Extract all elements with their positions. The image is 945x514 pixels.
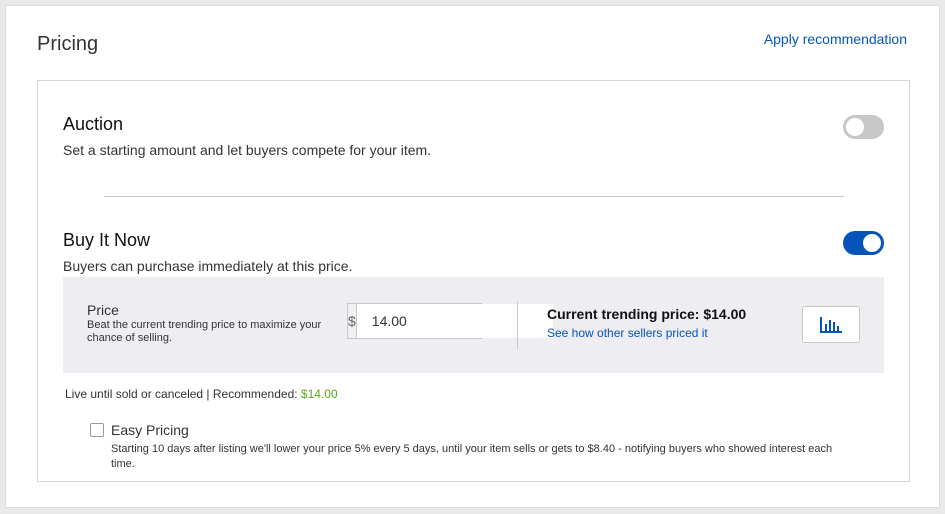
easy-pricing-checkbox[interactable]: [90, 423, 104, 437]
price-input-group: $: [347, 303, 553, 339]
buy-it-now-toggle[interactable]: [843, 231, 884, 255]
duration-text: Live until sold or canceled | Recommende…: [65, 387, 338, 401]
recommended-price: $14.00: [300, 387, 338, 401]
apply-recommendation-link[interactable]: Apply recommendation: [764, 31, 907, 47]
easy-pricing-description: Starting 10 days after listing we'll low…: [111, 443, 833, 470]
auction-title: Auction: [63, 114, 124, 134]
pricing-card: Pricing Apply recommendation Auction Set…: [5, 5, 940, 508]
buy-it-now-title: Buy It Now: [63, 230, 151, 250]
trending-price-title: Current trending price: $14.00: [547, 306, 747, 322]
bar-chart-icon: [820, 316, 842, 333]
see-other-sellers-link[interactable]: See how other sellers priced it: [547, 326, 708, 340]
easy-pricing-label: Easy Pricing: [111, 422, 189, 438]
toggle-knob: [846, 118, 864, 136]
toggle-knob: [863, 234, 881, 252]
price-chart-button[interactable]: [802, 306, 860, 343]
price-help-text: Beat the current trending price to maxim…: [87, 319, 322, 344]
page-title: Pricing: [37, 33, 99, 55]
currency-prefix: $: [348, 304, 357, 338]
auction-toggle[interactable]: [843, 115, 884, 139]
auction-description: Set a starting amount and let buyers com…: [63, 142, 432, 158]
section-divider: [104, 196, 844, 197]
vertical-divider: [517, 301, 518, 349]
buy-it-now-description: Buyers can purchase immediately at this …: [63, 258, 353, 274]
price-input[interactable]: [356, 304, 553, 338]
price-label: Price: [87, 302, 119, 318]
pricing-options-panel: Auction Set a starting amount and let bu…: [37, 80, 910, 482]
duration-label: Live until sold or canceled | Recommende…: [65, 387, 301, 401]
price-panel: Price Beat the current trending price to…: [63, 277, 884, 373]
